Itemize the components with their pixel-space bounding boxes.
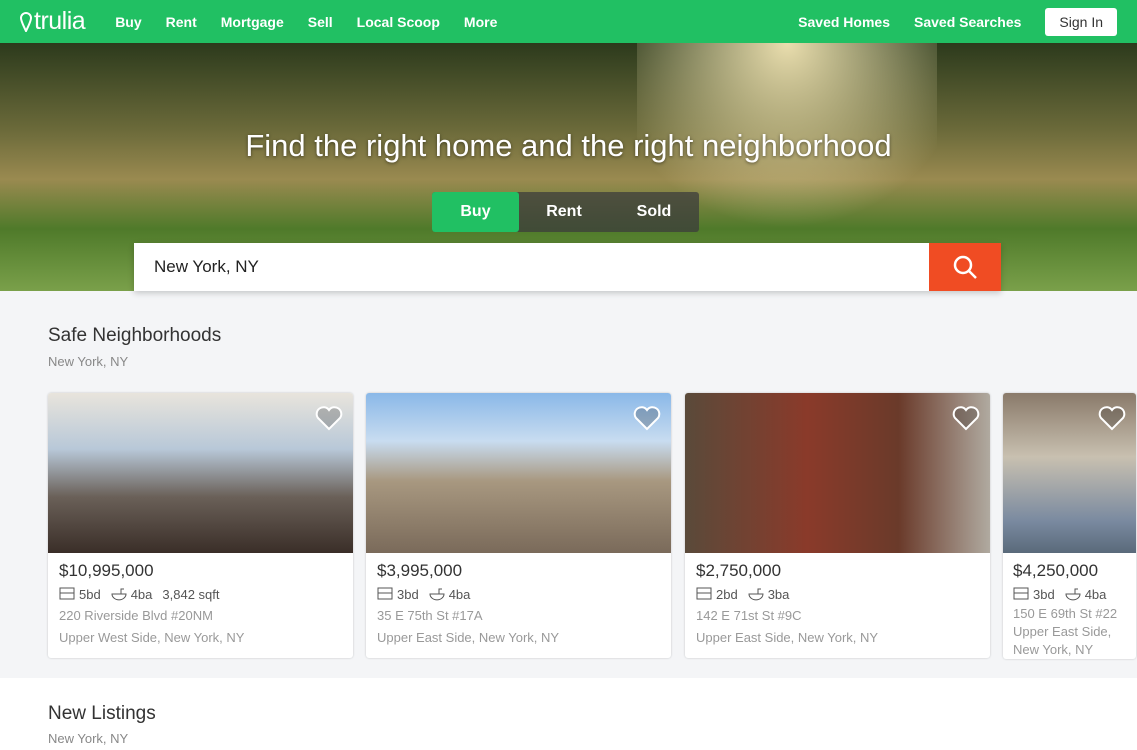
- listing-price: $3,995,000: [377, 561, 463, 580]
- listing-card[interactable]: $3,995,000 3bd 4ba 35 E 75th St #17A Upp…: [366, 393, 671, 658]
- search-button[interactable]: [929, 243, 1001, 291]
- listing-address[interactable]: 150 E 69th St #22: [1003, 605, 1136, 623]
- nav-sell[interactable]: Sell: [308, 14, 333, 30]
- tab-sold[interactable]: Sold: [609, 192, 699, 232]
- section-title: Safe Neighborhoods: [48, 325, 222, 346]
- sign-in-button[interactable]: Sign In: [1045, 7, 1117, 36]
- baths: 4ba: [1084, 586, 1107, 602]
- map-pin-icon: [20, 11, 32, 32]
- listing-facts: 3bd 4ba: [366, 583, 671, 605]
- hero-banner: Find the right home and the right neighb…: [0, 43, 1137, 291]
- listing-facts: 2bd 3ba: [685, 583, 990, 605]
- nav-more[interactable]: More: [464, 14, 497, 30]
- listing-photo[interactable]: [685, 393, 990, 553]
- beds: 5bd: [79, 586, 101, 602]
- beds: 3bd: [397, 586, 419, 602]
- listing-neighborhood: Upper East Side, New York, NY: [696, 630, 879, 645]
- heart-icon[interactable]: [952, 405, 980, 431]
- beds: 3bd: [1033, 586, 1055, 602]
- bath-icon: [1065, 588, 1081, 601]
- listing-neighborhood: Upper West Side, New York, NY: [59, 630, 245, 645]
- heart-icon[interactable]: [315, 405, 343, 431]
- search-type-tabs: Buy Rent Sold: [432, 192, 699, 232]
- listing-facts: 3bd 4ba: [1003, 583, 1136, 605]
- saved-searches-link[interactable]: Saved Searches: [914, 14, 1021, 30]
- listing-address[interactable]: 220 Riverside Blvd #20NM: [48, 605, 353, 627]
- listing-photo[interactable]: [48, 393, 353, 553]
- heart-icon[interactable]: [633, 405, 661, 431]
- heart-icon[interactable]: [1098, 405, 1126, 431]
- search-input[interactable]: [134, 243, 929, 291]
- listing-address[interactable]: 142 E 71st St #9C: [685, 605, 990, 627]
- bath-icon: [111, 588, 127, 601]
- section-location: New York, NY: [48, 354, 129, 369]
- saved-homes-link[interactable]: Saved Homes: [798, 14, 890, 30]
- tab-buy[interactable]: Buy: [432, 192, 519, 232]
- new-listings-section: New Listings New York, NY: [0, 678, 1137, 750]
- baths: 4ba: [130, 586, 153, 602]
- baths: 3ba: [767, 586, 790, 602]
- section-title: New Listings: [48, 703, 156, 724]
- top-nav: trulia Buy Rent Mortgage Sell Local Scoo…: [0, 0, 1137, 43]
- listing-facts: 5bd 4ba 3,842 sqft: [48, 583, 353, 605]
- search-icon: [953, 255, 977, 279]
- bath-icon: [748, 588, 764, 601]
- bed-icon: [59, 587, 75, 600]
- listing-neighborhood: Upper East Side, New York, NY: [1013, 624, 1112, 657]
- listing-photo[interactable]: [1003, 393, 1136, 553]
- bed-icon: [696, 587, 712, 600]
- listing-price: $4,250,000: [1013, 561, 1099, 580]
- listing-address[interactable]: 35 E 75th St #17A: [366, 605, 671, 627]
- tab-rent[interactable]: Rent: [519, 192, 609, 232]
- nav-mortgage[interactable]: Mortgage: [221, 14, 284, 30]
- listing-card[interactable]: $2,750,000 2bd 3ba 142 E 71st St #9C Upp…: [685, 393, 990, 658]
- beds: 2bd: [716, 586, 738, 602]
- bed-icon: [1013, 587, 1029, 600]
- search-bar: [134, 243, 1001, 291]
- listing-price: $2,750,000: [696, 561, 782, 580]
- bath-icon: [429, 588, 445, 601]
- listing-card[interactable]: $10,995,000 5bd 4ba 3,842 sqft 220 River…: [48, 393, 353, 658]
- baths: 4ba: [448, 586, 471, 602]
- logo-text: trulia: [34, 7, 86, 35]
- listing-photo[interactable]: [366, 393, 671, 553]
- hero-title: Find the right home and the right neighb…: [245, 128, 892, 163]
- listing-price: $10,995,000: [59, 561, 154, 580]
- sqft: 3,842 sqft: [162, 586, 220, 602]
- bed-icon: [377, 587, 393, 600]
- nav-buy[interactable]: Buy: [115, 14, 141, 30]
- section-location: New York, NY: [48, 731, 129, 746]
- listing-neighborhood: Upper East Side, New York, NY: [377, 630, 560, 645]
- listing-card[interactable]: $4,250,000 3bd 4ba 150 E 69th St #22 Upp…: [1003, 393, 1136, 659]
- trulia-logo[interactable]: trulia: [20, 7, 86, 36]
- nav-local-scoop[interactable]: Local Scoop: [357, 14, 440, 30]
- nav-rent[interactable]: Rent: [166, 14, 197, 30]
